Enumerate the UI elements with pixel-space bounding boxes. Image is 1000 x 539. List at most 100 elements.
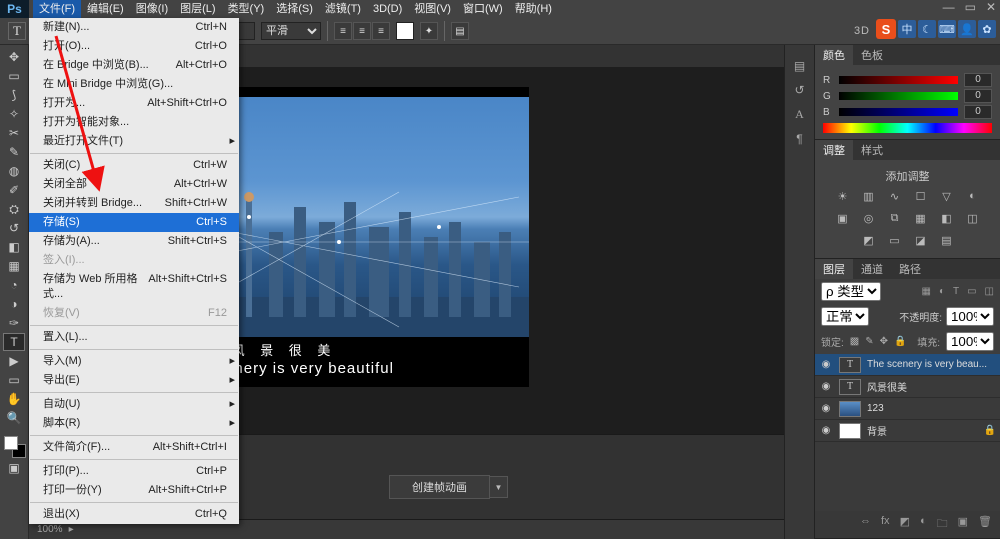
g-value[interactable]: 0 [964,89,992,103]
eraser-tool-icon[interactable]: ◧ [3,238,25,256]
adj-brightness-icon[interactable]: ☀ [835,190,851,204]
history-brush-icon[interactable]: ↺ [3,219,25,237]
filter-smart-icon[interactable]: ◫ [985,286,994,297]
adj-photo-filter-icon[interactable]: ◎ [861,212,877,226]
color-wells[interactable] [2,434,26,458]
file-menu-item[interactable]: 退出(X)Ctrl+Q [29,505,239,524]
zoom-tool-icon[interactable]: 🔍 [3,409,25,427]
b-value[interactable]: 0 [964,105,992,119]
brush-tool-icon[interactable]: ✐ [3,181,25,199]
align-right-icon[interactable]: ≡ [372,22,390,40]
adj-color-lookup-icon[interactable]: ▦ [913,212,929,226]
file-menu-item[interactable]: 关闭并转到 Bridge...Shift+Ctrl+W [29,194,239,213]
layers-tab[interactable]: 图层 [815,259,853,279]
eyedropper-tool-icon[interactable]: ✎ [3,143,25,161]
character-panel-icon[interactable]: ▤ [451,22,469,40]
file-menu-item[interactable]: 新建(N)...Ctrl+N [29,18,239,37]
adj-invert-icon[interactable]: ◧ [939,212,955,226]
visibility-icon[interactable]: ◉ [819,425,833,436]
fill-select[interactable]: 100% [946,332,994,351]
adj-selective-icon[interactable]: ◪ [913,234,929,248]
adj-hue-icon[interactable]: ◐ [965,190,981,204]
file-menu-item[interactable]: 导入(M)▸ [29,352,239,371]
layer-fx-icon[interactable]: fx [881,515,890,534]
status-zoom[interactable]: 100% [37,524,63,535]
stamp-tool-icon[interactable]: ⛭ [3,200,25,218]
menu-view[interactable]: 视图(V) [408,0,457,18]
menu-layer[interactable]: 图层(L) [174,0,221,18]
styles-tab[interactable]: 样式 [853,140,891,160]
file-menu-item[interactable]: 存储为 Web 所用格式...Alt+Shift+Ctrl+S [29,270,239,304]
file-menu-item[interactable]: 打印一份(Y)Alt+Shift+Ctrl+P [29,481,239,500]
file-menu-item[interactable]: 置入(L)... [29,328,239,347]
r-slider[interactable] [839,76,958,84]
shape-tool-icon[interactable]: ▭ [3,371,25,389]
file-menu-item[interactable]: 打印(P)...Ctrl+P [29,462,239,481]
lock-pos-icon[interactable]: ✥ [880,336,888,347]
move-tool-icon[interactable]: ✥ [3,48,25,66]
file-menu-item[interactable]: 存储(S)Ctrl+S [29,213,239,232]
gradient-tool-icon[interactable]: ▦ [3,257,25,275]
layer-row[interactable]: ◉ 123 [815,398,1000,420]
file-menu-item[interactable]: 脚本(R)▸ [29,414,239,433]
dodge-tool-icon[interactable]: ◑ [3,295,25,313]
adj-channel-mixer-icon[interactable]: ⧉ [887,212,903,226]
channels-tab[interactable]: 通道 [853,259,891,279]
adj-posterize-icon[interactable]: ◫ [965,212,981,226]
hand-tool-icon[interactable]: ✋ [3,390,25,408]
file-menu-item[interactable]: 关闭全部Alt+Ctrl+W [29,175,239,194]
tool-preset-type-icon[interactable]: T [8,22,26,40]
wand-tool-icon[interactable]: ✧ [3,105,25,123]
antialias-select[interactable]: 平滑 [261,22,321,40]
file-menu-item[interactable]: 自动(U)▸ [29,395,239,414]
layer-row[interactable]: ◉ T 风景很美 [815,376,1000,398]
align-left-icon[interactable]: ≡ [334,22,352,40]
blend-mode-select[interactable]: 正常 [821,307,869,326]
adj-curves-icon[interactable]: ∿ [887,190,903,204]
menu-filter[interactable]: 滤镜(T) [319,0,367,18]
ime-person-icon[interactable]: 👤 [958,20,976,38]
swatches-tab[interactable]: 色板 [853,45,891,65]
file-menu-item[interactable]: 在 Mini Bridge 中浏览(G)... [29,75,239,94]
paths-tab[interactable]: 路径 [891,259,929,279]
file-menu-item[interactable]: 打开为...Alt+Shift+Ctrl+O [29,94,239,113]
opacity-select[interactable]: 100% [946,307,994,326]
history-icon[interactable]: ↺ [794,83,804,97]
menu-file[interactable]: 文件(F) [33,0,81,18]
visibility-icon[interactable]: ◉ [819,359,833,370]
lock-paint-icon[interactable]: ✎ [865,336,873,347]
file-menu-item[interactable]: 在 Bridge 中浏览(B)...Alt+Ctrl+O [29,56,239,75]
menu-window[interactable]: 窗口(W) [457,0,509,18]
character-icon[interactable]: A [795,107,804,122]
layer-name[interactable]: The scenery is very beau... [867,359,996,370]
crop-tool-icon[interactable]: ✂ [3,124,25,142]
menu-3d[interactable]: 3D(D) [367,0,408,18]
pen-tool-icon[interactable]: ✑ [3,314,25,332]
quickmask-icon[interactable]: ▣ [3,459,25,477]
adj-exposure-icon[interactable]: ☐ [913,190,929,204]
menu-image[interactable]: 图像(I) [130,0,174,18]
filter-adj-icon[interactable]: ◐ [939,286,945,297]
heal-tool-icon[interactable]: ◍ [3,162,25,180]
new-adj-layer-icon[interactable]: ◐ [920,515,927,534]
blur-tool-icon[interactable]: ◔ [3,276,25,294]
file-menu-item[interactable]: 最近打开文件(T)▸ [29,132,239,151]
g-slider[interactable] [839,92,958,100]
status-doc-info[interactable]: ▸ [69,524,74,535]
visibility-icon[interactable]: ◉ [819,381,833,392]
align-center-icon[interactable]: ≡ [353,22,371,40]
type-tool-icon[interactable]: T [3,333,25,351]
layer-filter-select[interactable]: ρ 类型 [821,282,881,301]
window-minimize-icon[interactable]: — [943,0,955,14]
menu-edit[interactable]: 编辑(E) [81,0,130,18]
ime-settings-icon[interactable]: ✿ [978,20,996,38]
lock-all-icon[interactable]: 🔒 [894,336,906,347]
file-menu-item[interactable]: 关闭(C)Ctrl+W [29,156,239,175]
layer-row[interactable]: ◉ 背景 🔒 [815,420,1000,442]
new-group-icon[interactable]: 🗀 [937,515,948,534]
layer-mask-icon[interactable]: ◩ [900,515,910,534]
b-slider[interactable] [839,108,958,116]
layer-name[interactable]: 背景 [867,423,978,438]
adj-levels-icon[interactable]: ▥ [861,190,877,204]
menu-select[interactable]: 选择(S) [270,0,319,18]
